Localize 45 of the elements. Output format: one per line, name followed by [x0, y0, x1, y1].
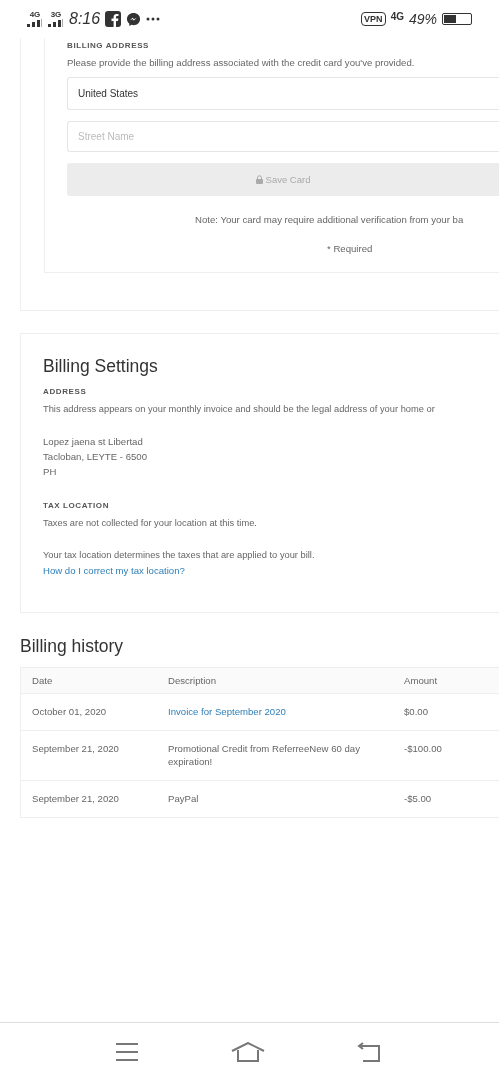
tax-info-text: Your tax location determines the taxes that are applied to your bill. — [43, 550, 316, 560]
table-cell-text: -$100.00 — [404, 741, 443, 756]
table-cell-text: October 01, 2020 — [32, 705, 108, 719]
required-note: * Required — [326, 243, 374, 254]
network-label: 4G — [390, 10, 404, 22]
table-cell-text: September 21, 2020 — [32, 791, 120, 806]
country-select[interactable]: United States — [67, 77, 499, 110]
address-line: Tacloban, LEYTE - 6500 — [43, 451, 148, 462]
table-cell-text: September 21, 2020 — [32, 741, 120, 756]
signal-icon — [27, 19, 43, 27]
lock-icon — [255, 175, 263, 184]
clock: 8:16 — [69, 10, 101, 28]
column-header: Date — [32, 674, 54, 688]
address-line: Lopez jaena st Libertad — [43, 436, 144, 447]
section-title: Billing Settings — [43, 356, 159, 377]
section-heading: TAX LOCATION — [43, 501, 110, 510]
tax-status-text: Taxes are not collected for your location at this time. — [43, 518, 258, 528]
messenger-icon — [126, 11, 142, 27]
column-header: Amount — [404, 674, 439, 688]
signal-icon — [48, 19, 64, 27]
back-icon[interactable] — [356, 1041, 381, 1062]
section-title: Billing history — [20, 636, 125, 657]
home-icon[interactable] — [230, 1041, 265, 1062]
verification-note: Note: Your card may require additional verification from your ba — [194, 214, 465, 225]
section-heading: ADDRESS — [43, 387, 88, 396]
network-label: 3G — [50, 11, 62, 19]
street-field[interactable]: Street Name — [67, 121, 499, 152]
facebook-icon — [105, 11, 122, 27]
table-cell-text: PayPal — [168, 791, 200, 806]
description-text: Please provide the billing address associated with the credit card you've provided. — [67, 57, 416, 68]
description-text: This address appears on your monthly invoice and should be the legal address of your home or — [43, 404, 436, 414]
more-icon — [146, 17, 161, 21]
battery-icon — [442, 13, 472, 25]
invoice-link[interactable]: Invoice for September 2020 — [168, 694, 404, 730]
tax-location-link[interactable]: How do I correct my tax location? — [43, 565, 499, 576]
column-header: Description — [168, 674, 217, 688]
battery-percent: 49% — [408, 11, 437, 27]
address-line: PH — [43, 466, 58, 477]
vpn-badge: VPN — [361, 12, 386, 26]
table-cell-text: $0.00 — [404, 705, 429, 719]
table-cell-text: Promotional Credit from ReferreeNew 60 day expiration! — [168, 741, 361, 769]
menu-icon[interactable] — [114, 1042, 139, 1061]
table-cell-text: -$5.00 — [404, 791, 433, 806]
network-label: 4G — [29, 11, 41, 19]
section-heading: BILLING ADDRESS — [67, 41, 151, 50]
